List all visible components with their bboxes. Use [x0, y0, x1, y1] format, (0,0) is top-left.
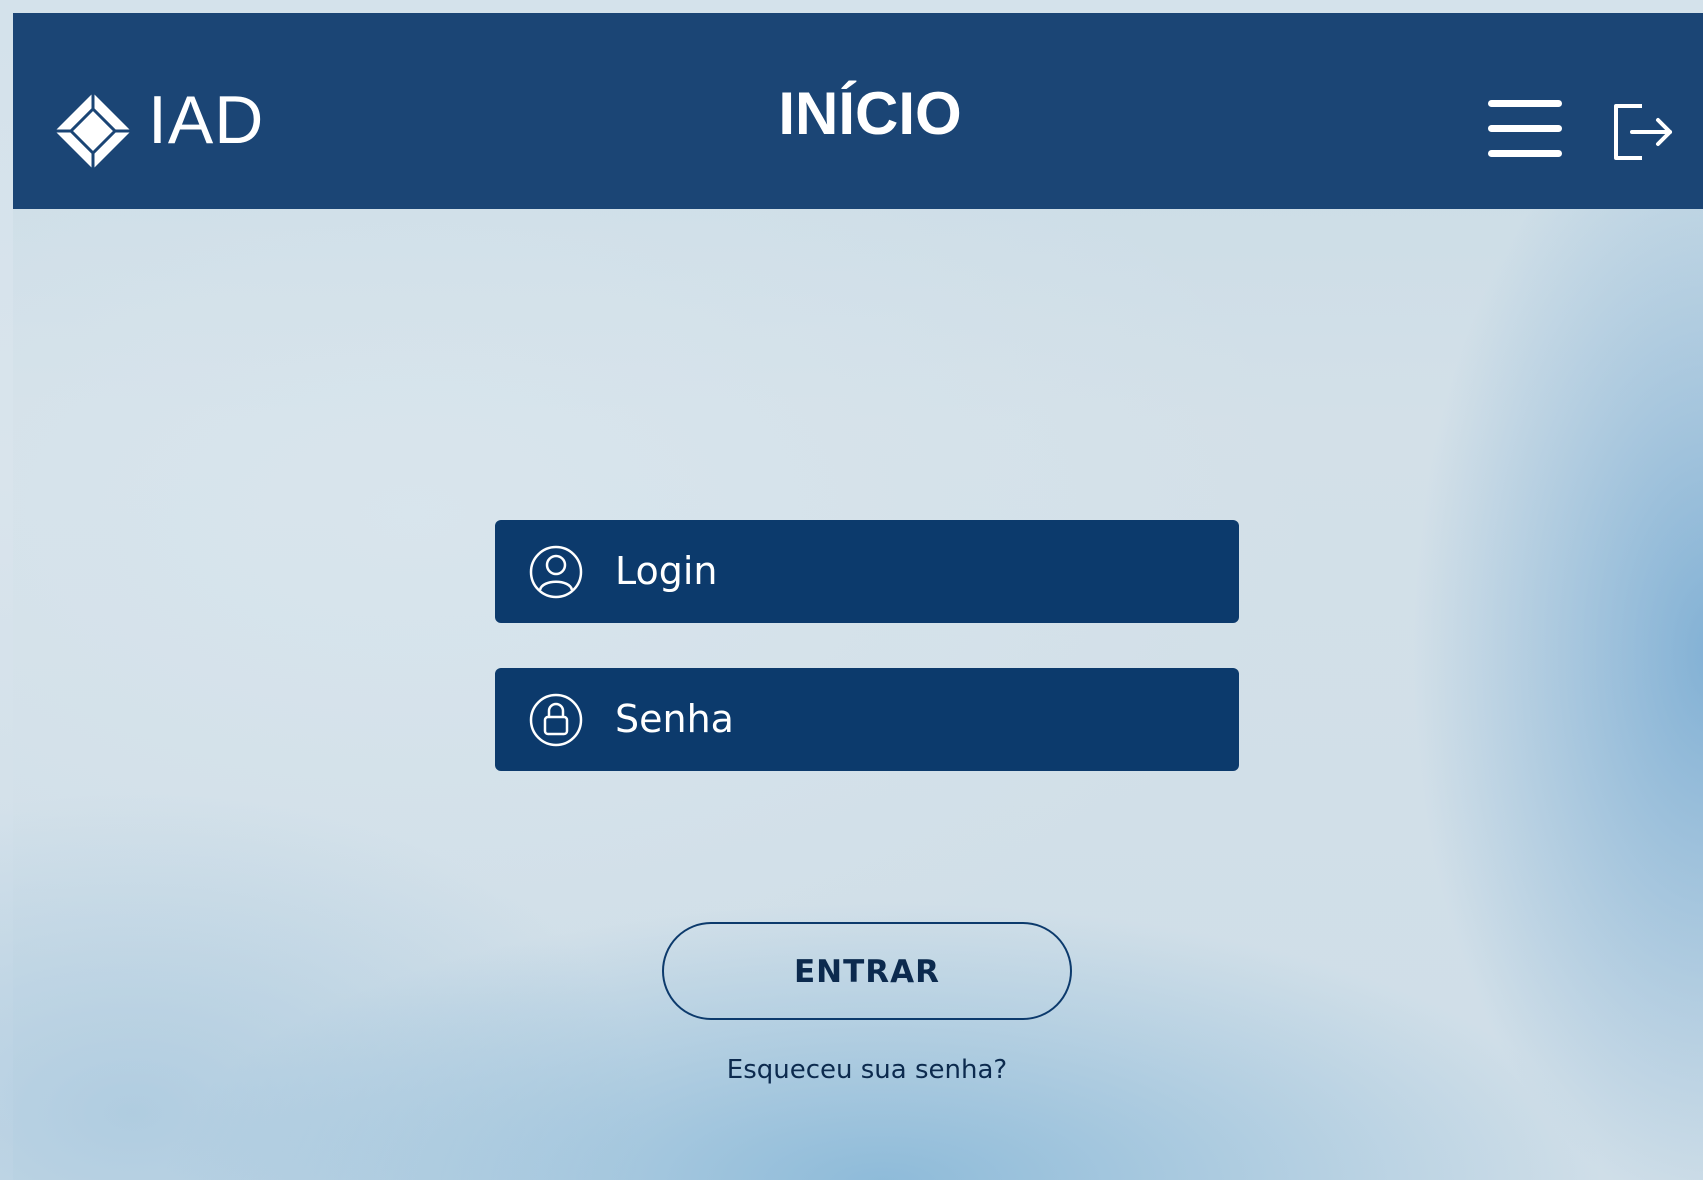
brand-name: IAD: [148, 82, 265, 158]
submit-button[interactable]: ENTRAR: [662, 922, 1072, 1020]
diamond-logo-icon: [55, 93, 131, 169]
hamburger-menu-icon: [1488, 100, 1562, 107]
login-input[interactable]: [615, 538, 1215, 604]
top-header: IAD INÍCIO: [13, 13, 1703, 209]
forgot-password-link[interactable]: Esqueceu sua senha?: [617, 1050, 1117, 1090]
logout-icon[interactable]: [1612, 102, 1674, 162]
menu-button[interactable]: [1486, 98, 1566, 160]
password-input[interactable]: [615, 686, 1215, 752]
page-title: INÍCIO: [778, 80, 962, 147]
hamburger-line: [1488, 150, 1562, 157]
hamburger-line: [1488, 125, 1562, 132]
password-field[interactable]: [495, 668, 1239, 771]
lock-icon: [529, 693, 583, 747]
user-icon: [529, 545, 583, 599]
login-field[interactable]: [495, 520, 1239, 623]
